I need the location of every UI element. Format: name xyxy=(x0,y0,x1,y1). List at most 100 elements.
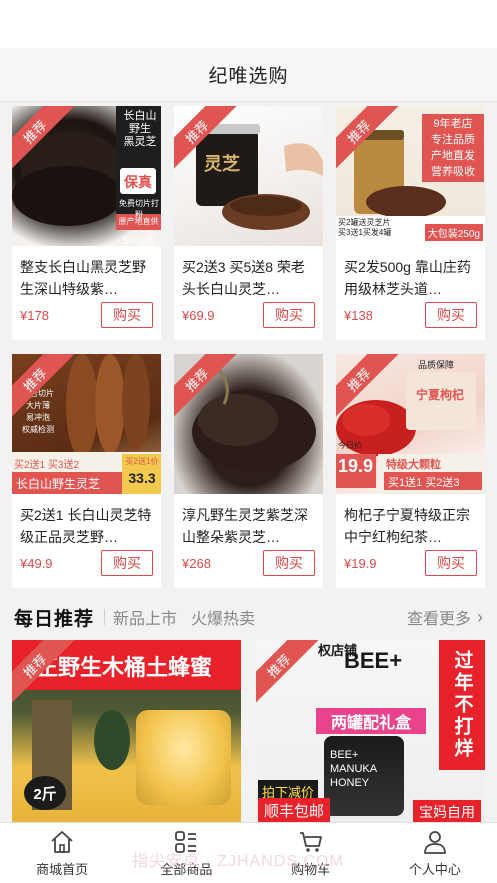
product-price: ¥178 xyxy=(20,307,49,323)
tab-hot-sales[interactable]: 火爆热卖 xyxy=(191,605,255,629)
product-price: ¥19.9 xyxy=(344,555,377,571)
overlay-line: 营养吸收 xyxy=(431,166,475,178)
tab-label: 个人中心 xyxy=(408,861,461,877)
user-icon xyxy=(423,830,446,854)
product-price-row: ¥268 购买 xyxy=(182,550,315,576)
recommend-tag: 推荐 xyxy=(336,354,408,426)
product-name[interactable]: 买2送3 买5送8 荣老头长白山灵芝… xyxy=(182,256,315,300)
overlay-line: 大包装250g xyxy=(424,224,483,241)
product-image[interactable]: 品质保障 宁夏枸杞 今日价 19.9 特级大颗粒 买1送1 买2送3 推荐 xyxy=(336,354,485,494)
tab-new-arrivals[interactable]: 新品上市 xyxy=(113,605,177,629)
product-name[interactable]: 买2发500g 靠山庄药用级林芝头道… xyxy=(344,256,477,300)
page-title: 纪唯选购 xyxy=(208,66,289,87)
overlay-line: 野生 xyxy=(129,123,151,135)
product-card[interactable]: 灵芝 推荐 买2送3 买5送8 荣老头长白山灵芝… ¥69.9 购买 xyxy=(174,106,323,340)
product-card[interactable]: 综合切片 大片薄 易冲泡 权威检测 买2送1 买3送2 长白山野生灵芝 买2送1… xyxy=(12,354,161,588)
buy-button[interactable]: 购买 xyxy=(101,302,153,328)
overlay-line: 今日价 xyxy=(338,441,362,450)
buy-button[interactable]: 购买 xyxy=(263,302,315,328)
product-image[interactable]: 灵芝 推荐 xyxy=(174,106,323,246)
tab-home[interactable]: 商城首页 xyxy=(0,823,124,883)
view-more-label: 查看更多 xyxy=(406,611,471,628)
watermark: 指尖安卓 · ZJHANDS.COM xyxy=(132,853,344,870)
recommend-tag: 推荐 xyxy=(12,106,84,178)
product-card[interactable]: 9年老店 专注品质 产地直发 营养吸收 买2罐送灵芝片 买3送1买发4罐 大包装… xyxy=(336,106,485,340)
recommend-tag-label: 推荐 xyxy=(12,640,76,707)
promo-free-shipping: 顺丰包邮 xyxy=(258,798,331,822)
overlay-line: 买2罐送灵芝片 xyxy=(338,218,391,227)
product-price: ¥268 xyxy=(182,555,211,571)
buy-button[interactable]: 购买 xyxy=(425,302,477,328)
tab-profile[interactable]: 个人中心 xyxy=(373,823,497,883)
recommend-tag-label: 推荐 xyxy=(174,354,238,421)
recommend-tag: 推荐 xyxy=(12,354,84,426)
product-card[interactable]: 长白山 野生 黑灵芝 保真 免费切片打粉 原产地直供 500g装 推荐 整支长白… xyxy=(12,106,161,340)
recommend-tag-label: 推荐 xyxy=(12,106,76,173)
product-price-row: ¥69.9 购买 xyxy=(182,302,315,328)
overlay-line: 买2送1价 xyxy=(125,457,159,466)
daily-recommend-banners: 正野生木桶土蜂蜜 2斤 推荐 权店铺 BEE+ 两罐配礼盒 BEE+ MANUK… xyxy=(12,640,485,822)
view-more-link[interactable]: 查看更多 › xyxy=(407,605,483,629)
product-price-row: ¥138 购买 xyxy=(344,302,477,328)
overlay-line: 19.9 xyxy=(338,456,374,476)
daily-recommend-header: 每日推荐 新品上市 火爆热卖 查看更多 › xyxy=(0,600,497,634)
image-overlay-text: 9年老店 专注品质 产地直发 营养吸收 xyxy=(424,116,482,180)
overlay-line: 保真 xyxy=(124,174,152,190)
section-title: 每日推荐 xyxy=(14,608,95,630)
overlay-line: 买1送1 买2送3 xyxy=(388,477,460,489)
product-name[interactable]: 枸杞子宁夏特级正宗中宁红枸纪茶… xyxy=(344,504,477,548)
new-year-label: 过年不打烊 xyxy=(439,640,485,770)
section-divider xyxy=(104,609,106,625)
product-name[interactable]: 整支长白山黑灵芝野生深山特级紫… xyxy=(20,256,153,300)
overlay-line: 原产地直供 xyxy=(118,217,159,226)
overlay-line: 买2送1 买3送2 xyxy=(14,460,80,471)
recommend-tag-label: 推荐 xyxy=(336,106,400,173)
product-price-row: ¥178 购买 xyxy=(20,302,153,328)
tab-label: 商城首页 xyxy=(36,861,89,877)
overlay-line: 9年老店 xyxy=(433,118,473,130)
promo-mom-use: 宝妈自用 xyxy=(413,800,481,822)
recommend-tag-label: 推荐 xyxy=(256,640,320,707)
product-name[interactable]: 买2送1 长白山灵芝特级正品灵芝野… xyxy=(20,504,153,548)
banner-honey[interactable]: 正野生木桶土蜂蜜 2斤 推荐 xyxy=(12,640,241,822)
honey-jar-image xyxy=(136,710,231,805)
overlay-line: 专注品质 xyxy=(431,134,475,146)
image-overlay-text: 长白山 野生 黑灵芝 xyxy=(122,110,158,149)
product-price-row: ¥49.9 购买 xyxy=(20,550,153,576)
recommend-tag: 推荐 xyxy=(12,640,84,712)
overlay-line: 宁夏枸杞 xyxy=(416,388,465,402)
overlay-line: 特级大颗粒 xyxy=(386,459,441,471)
product-card[interactable]: 品质保障 宁夏枸杞 今日价 19.9 特级大颗粒 买1送1 买2送3 推荐 枸杞… xyxy=(336,354,485,588)
gift-box-label: 两罐配礼盒 xyxy=(316,708,426,734)
product-image[interactable]: 综合切片 大片薄 易冲泡 权威检测 买2送1 买3送2 长白山野生灵芝 买2送1… xyxy=(12,354,161,494)
product-card[interactable]: 推荐 淳凡野生灵芝紫芝深山整朵紫灵芝… ¥268 购买 xyxy=(174,354,323,588)
product-price: ¥49.9 xyxy=(20,555,53,571)
recommend-tag: 推荐 xyxy=(256,640,328,712)
overlay-line: 500g装 xyxy=(122,236,156,246)
status-bar-area xyxy=(0,0,497,48)
product-image[interactable]: 长白山 野生 黑灵芝 保真 免费切片打粉 原产地直供 500g装 推荐 xyxy=(12,106,161,246)
brand-logo: BEE+ xyxy=(344,648,403,673)
buy-button[interactable]: 购买 xyxy=(101,550,153,576)
buy-button[interactable]: 购买 xyxy=(263,550,315,576)
image-overlay-text: 买2罐送灵芝片 买3送1买发4罐 xyxy=(338,218,391,238)
jar-label: BEE+ MANUKA HONEY xyxy=(330,749,377,789)
home-icon xyxy=(51,830,73,853)
recommend-tag: 推荐 xyxy=(336,106,408,178)
overlay-line: 买3送1买发4罐 xyxy=(338,228,392,237)
overlay-line: 产地直发 xyxy=(431,150,475,162)
product-price: ¥69.9 xyxy=(182,307,215,323)
page-header: 纪唯选购 xyxy=(0,48,497,102)
overlay-line: 黑灵芝 xyxy=(123,136,157,148)
recommend-tag: 推荐 xyxy=(174,354,246,426)
banner-manuka[interactable]: 权店铺 BEE+ 两罐配礼盒 BEE+ MANUKA HONEY 过年不打烊 拍… xyxy=(256,640,485,822)
overlay-line: 长白山 xyxy=(123,110,157,122)
overlay-line: 品质保障 xyxy=(418,360,455,370)
product-image[interactable]: 9年老店 专注品质 产地直发 营养吸收 买2罐送灵芝片 买3送1买发4罐 大包装… xyxy=(336,106,485,246)
product-name[interactable]: 淳凡野生灵芝紫芝深山整朵紫灵芝… xyxy=(182,504,315,548)
weight-badge: 2斤 xyxy=(24,776,66,810)
product-grid: 长白山 野生 黑灵芝 保真 免费切片打粉 原产地直供 500g装 推荐 整支长白… xyxy=(12,106,485,588)
recommend-tag-label: 推荐 xyxy=(174,106,238,173)
product-image[interactable]: 推荐 xyxy=(174,354,323,494)
buy-button[interactable]: 购买 xyxy=(425,550,477,576)
